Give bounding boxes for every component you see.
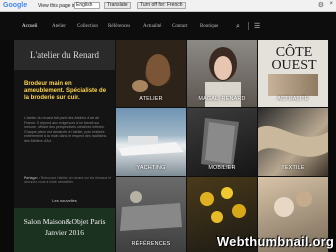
nav-item-references[interactable]: Références xyxy=(108,24,130,30)
tile-magali-renard[interactable]: MAGALI RENARD xyxy=(187,40,257,107)
news-title-line2[interactable]: Janvier 2016 xyxy=(14,228,115,237)
tile-actualite[interactable]: CÔTE OUEST ACTUALITÉ xyxy=(258,40,328,107)
nav-item-actualite[interactable]: Actualité xyxy=(143,24,161,30)
tile-references[interactable]: RÉFÉRENCES xyxy=(116,177,186,252)
tile-label: YACHTING xyxy=(136,165,166,171)
magazine-title: CÔTE OUEST xyxy=(271,45,317,73)
magazine-photo xyxy=(268,74,318,96)
left-margin xyxy=(0,40,14,252)
tile-label: ATELIER xyxy=(139,96,163,102)
translate-button[interactable]: Translate xyxy=(104,2,131,9)
tile-label: MAGALI RENARD xyxy=(198,96,246,102)
nav-divider xyxy=(248,22,249,30)
intro-headline: Brodeur main en ameublement. Spécialiste… xyxy=(24,81,107,101)
nav-item-collection[interactable]: Collection xyxy=(77,24,98,30)
nav-item-boutique[interactable]: Boutique xyxy=(200,24,218,30)
tile-textile[interactable]: TEXTILE xyxy=(258,108,328,176)
tile-atelier[interactable]: ATELIER xyxy=(116,40,186,107)
settings-gear-icon[interactable]: ⚙ xyxy=(318,1,324,9)
tile-label: TEXTILE xyxy=(281,165,305,171)
close-icon[interactable]: × xyxy=(329,1,333,7)
intro-body: L'atelier du renard fait parti des Ateli… xyxy=(24,116,107,143)
share-block: Partager : Retrouvez l'atelier du renard… xyxy=(24,176,112,184)
nav-item-contact[interactable]: Contact xyxy=(172,24,188,30)
nav-item-accueil[interactable]: Accueil xyxy=(22,24,38,30)
main-navigation: Accueil Atelier Collection Références Ac… xyxy=(0,12,336,40)
google-logo: Google xyxy=(3,2,28,9)
tile-label: MOBILIER xyxy=(208,165,236,171)
menu-icon[interactable]: ☰ xyxy=(254,22,260,30)
tile-label: RÉFÉRENCES xyxy=(131,241,171,247)
news-title-line1[interactable]: Salon Maison&Objet Paris xyxy=(14,217,115,226)
tile-mobilier[interactable]: MOBILIER xyxy=(187,108,257,176)
translate-prompt: View this page in: xyxy=(38,3,78,9)
language-select[interactable]: English xyxy=(74,2,100,9)
tile-yachting[interactable]: YACHTING xyxy=(116,108,186,176)
search-icon[interactable]: ⌕ xyxy=(236,22,240,31)
right-margin xyxy=(329,40,336,252)
site-title[interactable]: L'atelier du Renard xyxy=(14,40,115,70)
nav-item-atelier[interactable]: Atelier xyxy=(52,24,66,30)
watermark: Webthumbnail.org xyxy=(216,234,334,249)
news-heading: Les nouvelles xyxy=(52,198,77,203)
tile-label: ACTUALITÉ xyxy=(277,96,309,102)
turn-off-button[interactable]: Turn off for: French xyxy=(137,2,186,9)
google-translate-bar: Google View this page in: English Transl… xyxy=(0,0,336,12)
